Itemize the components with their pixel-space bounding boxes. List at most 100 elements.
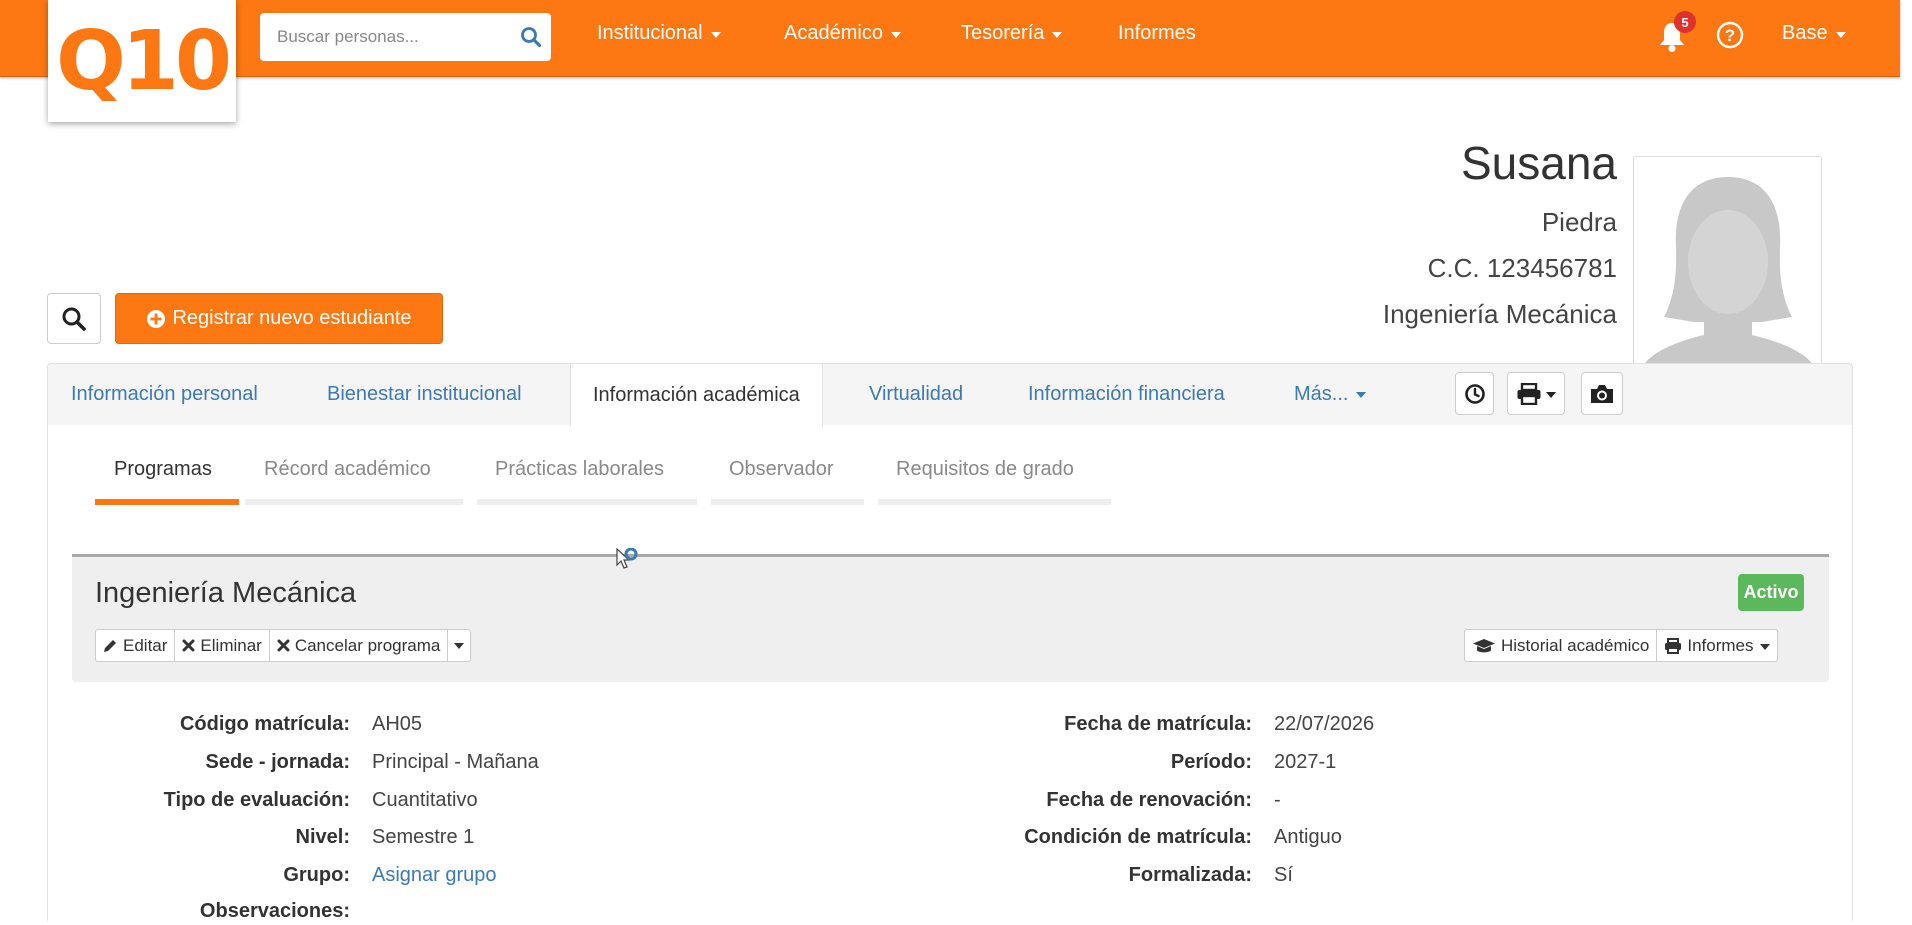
logo-text: Q10	[56, 13, 232, 109]
user-menu[interactable]: Base	[1782, 22, 1846, 45]
notification-badge: 5	[1674, 11, 1696, 33]
nav-academico[interactable]: Académico	[784, 22, 901, 45]
label-sede-jornada: Sede - jornada:	[205, 751, 350, 773]
value-condicion-matricula: Antiguo	[1274, 826, 1342, 848]
subtab-underline	[245, 499, 463, 505]
assign-group-link[interactable]: Asignar grupo	[372, 864, 497, 887]
academic-history-label: Historial académico	[1501, 635, 1650, 655]
student-program: Ingeniería Mecánica	[1382, 299, 1617, 329]
subtab-practicas-laborales[interactable]: Prácticas laborales	[495, 458, 664, 481]
caret-down-icon	[710, 31, 721, 38]
tab-virtualidad[interactable]: Virtualidad	[869, 363, 963, 425]
tab-label: Información financiera	[1028, 382, 1225, 405]
academic-history-button[interactable]: Historial académico	[1465, 630, 1658, 661]
program-reports-group: Historial académico Informes	[1464, 629, 1779, 662]
nav-label: Institucional	[597, 22, 703, 44]
tab-label: Información personal	[71, 382, 258, 405]
tab-informacion-personal[interactable]: Información personal	[71, 363, 258, 425]
tab-label: Más...	[1294, 382, 1349, 405]
tab-label: Bienestar institucional	[327, 382, 522, 405]
value-formalizada: Sí	[1274, 864, 1293, 886]
delete-label: Eliminar	[200, 635, 262, 655]
edit-button[interactable]: Editar	[96, 630, 176, 661]
nav-label: Académico	[784, 22, 883, 44]
subtab-underline	[711, 499, 864, 505]
printer-icon	[1665, 637, 1682, 654]
history-button[interactable]	[1455, 372, 1494, 415]
label-fecha-renovacion: Fecha de renovación:	[1046, 789, 1252, 811]
camera-icon	[1591, 384, 1613, 403]
value-sede-jornada: Principal - Mañana	[372, 751, 539, 773]
cancel-program-label: Cancelar programa	[294, 635, 441, 655]
edit-label: Editar	[123, 635, 168, 655]
subtab-record-academico[interactable]: Récord académico	[264, 458, 431, 481]
label-grupo: Grupo:	[283, 864, 350, 886]
camera-button[interactable]	[1581, 372, 1623, 415]
value-tipo-evaluacion: Cuantitativo	[372, 789, 478, 811]
plus-circle-icon	[147, 309, 166, 328]
caret-down-icon	[890, 31, 901, 38]
label-nivel: Nivel:	[295, 826, 350, 848]
graduation-cap-icon	[1473, 638, 1495, 652]
subtab-requisitos-de-grado: Requisitos de grado	[896, 458, 1074, 480]
more-actions-dropdown[interactable]	[448, 630, 470, 661]
subtab-underline	[878, 499, 1111, 505]
label-condicion-matricula: Condición de matrícula:	[1024, 826, 1252, 848]
reports-dropdown-button[interactable]: Informes	[1657, 630, 1777, 661]
program-actions-group: Editar Eliminar Cancelar programa	[95, 629, 472, 662]
nav-label: Tesorería	[961, 22, 1045, 44]
tab-bienestar-institucional[interactable]: Bienestar institucional	[327, 363, 522, 425]
cancel-program-button[interactable]: Cancelar programa	[270, 630, 449, 661]
print-button[interactable]	[1507, 372, 1565, 415]
register-label: Registrar nuevo estudiante	[172, 307, 412, 329]
register-student-button[interactable]: Registrar nuevo estudiante	[115, 293, 443, 344]
help-icon[interactable]: ?	[1716, 21, 1744, 49]
close-icon	[182, 639, 195, 652]
search-icon[interactable]	[511, 13, 551, 61]
student-first-name: Susana	[1460, 137, 1617, 189]
tab-mas[interactable]: Más...	[1294, 363, 1367, 425]
label-tipo-evaluacion: Tipo de evaluación:	[163, 789, 350, 811]
label-formalizada: Formalizada:	[1128, 864, 1252, 886]
caret-down-icon	[1760, 643, 1771, 650]
nav-informes[interactable]: Informes	[1118, 22, 1196, 45]
user-menu-label: Base	[1782, 22, 1828, 44]
search-input[interactable]	[260, 13, 511, 61]
people-search	[260, 13, 551, 61]
nav-tesoreria[interactable]: Tesorería	[961, 22, 1063, 45]
delete-button[interactable]: Eliminar	[175, 630, 270, 661]
printer-icon	[1517, 382, 1541, 405]
nav-institucional[interactable]: Institucional	[597, 22, 721, 45]
subtab-underline-active	[95, 499, 239, 505]
reports-label: Informes	[1687, 635, 1754, 655]
caret-down-icon	[454, 642, 465, 649]
tab-informacion-financiera[interactable]: Información financiera	[1028, 363, 1225, 425]
label-fecha-matricula: Fecha de matrícula:	[1064, 713, 1252, 735]
subtab-observador[interactable]: Observador	[729, 458, 834, 481]
tab-informacion-academica[interactable]: Información académica	[570, 363, 823, 426]
label-periodo: Período:	[1170, 751, 1252, 773]
caret-down-icon	[1546, 391, 1556, 398]
program-title: Ingeniería Mecánica	[95, 577, 357, 609]
label-codigo-matricula: Código matrícula:	[179, 713, 350, 735]
subtab-programas[interactable]: Programas	[114, 458, 212, 481]
svg-text:?: ?	[1725, 26, 1735, 45]
value-nivel: Semestre 1	[372, 826, 475, 848]
nav-label: Informes	[1118, 22, 1196, 44]
status-badge: Activo	[1738, 574, 1804, 611]
value-periodo: 2027-1	[1274, 751, 1337, 773]
search-student-button[interactable]	[47, 293, 101, 344]
subtab-underline	[477, 499, 697, 505]
student-last-name: Piedra	[1541, 207, 1617, 237]
caret-down-icon	[1052, 31, 1063, 38]
value-fecha-renovacion: -	[1274, 789, 1281, 811]
pencil-icon	[104, 640, 116, 652]
clock-icon	[1464, 383, 1485, 404]
program-card	[72, 554, 1829, 682]
student-document: C.C. 123456781	[1427, 253, 1617, 283]
q10-logo[interactable]: Q10	[48, 0, 236, 122]
value-fecha-matricula: 22/07/2026	[1274, 713, 1375, 735]
close-icon	[277, 639, 290, 652]
value-codigo-matricula: AH05	[372, 713, 423, 735]
mouse-cursor-icon	[616, 547, 642, 581]
